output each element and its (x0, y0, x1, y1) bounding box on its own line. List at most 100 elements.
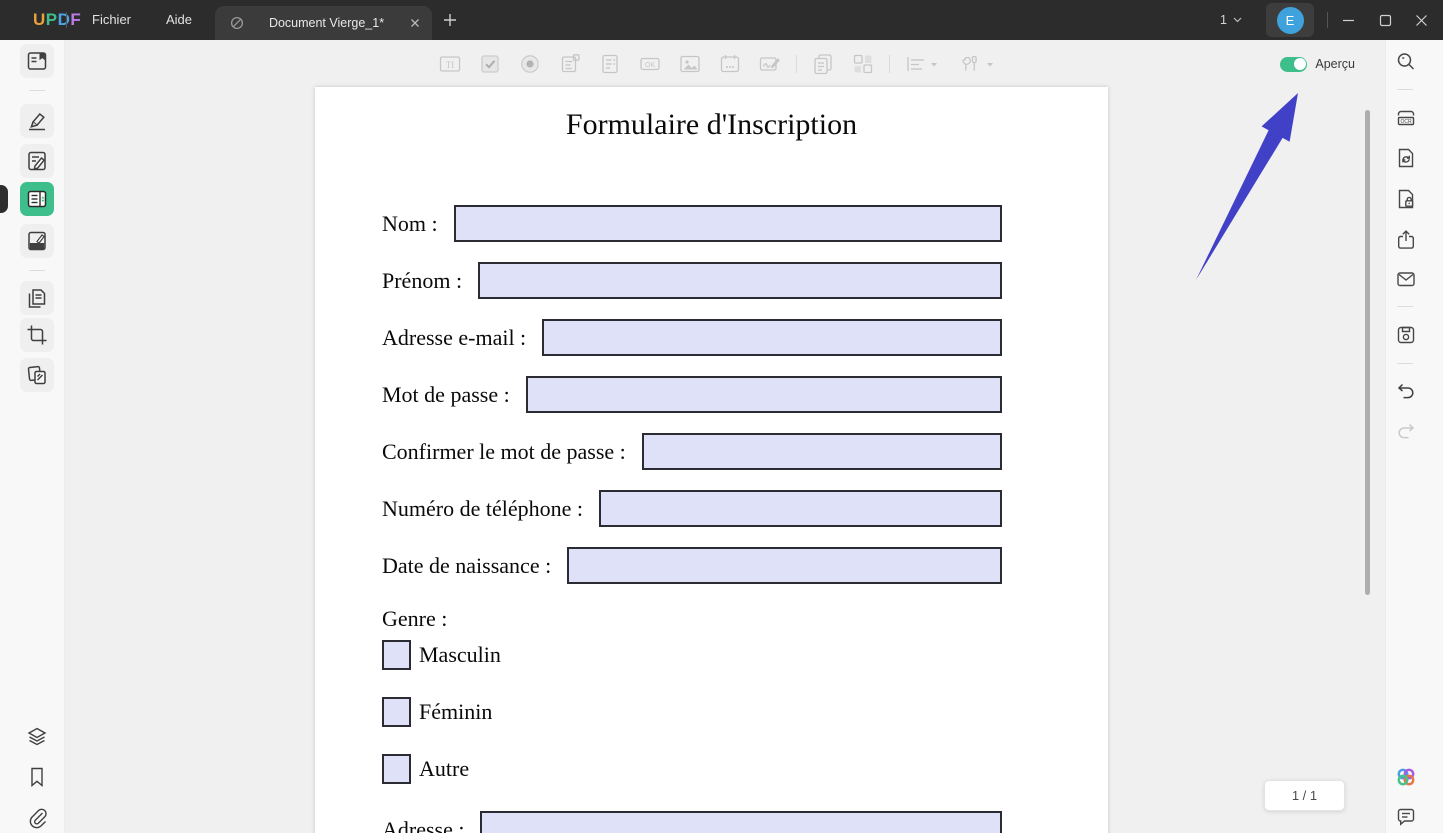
field-properties-icon (956, 52, 996, 76)
field-prenom[interactable] (478, 262, 1002, 299)
convert-icon (1394, 146, 1418, 170)
image-field-icon (678, 52, 702, 76)
field-nom[interactable] (454, 205, 1002, 242)
page-count-dropdown[interactable]: 1 (1220, 0, 1242, 40)
ocr-glyph: OCR (1400, 119, 1412, 125)
edit-icon (25, 149, 49, 173)
field-date-naissance[interactable] (567, 547, 1002, 584)
ai-assistant-icon (1393, 764, 1419, 790)
sidebar-item-convert[interactable] (1390, 142, 1422, 174)
list-box-tool[interactable] (596, 50, 624, 78)
bookmark-icon (25, 765, 49, 789)
plus-icon (442, 12, 458, 28)
field-mot-de-passe[interactable] (526, 376, 1002, 413)
sidebar-item-search[interactable] (1390, 46, 1422, 78)
field-label: Date de naissance : (382, 553, 551, 579)
updf-logo: UPDF (33, 0, 81, 40)
field-confirmer-mot-de-passe[interactable] (642, 433, 1002, 470)
duplicate-tool[interactable] (809, 50, 837, 78)
form-row: Mot de passe : (382, 376, 1002, 413)
field-label: Numéro de téléphone : (382, 496, 583, 522)
field-adresse[interactable] (480, 811, 1002, 833)
sidebar-item-redo[interactable] (1390, 416, 1422, 448)
checkbox-field-tool[interactable] (476, 50, 504, 78)
sidebar-item-prepare-form[interactable] (20, 182, 54, 216)
sidebar-item-attachments[interactable] (20, 800, 54, 833)
field-properties-tool[interactable] (954, 50, 998, 78)
signature-field-tool[interactable] (756, 50, 784, 78)
logo-letter: P (46, 10, 58, 30)
divider (1327, 12, 1328, 28)
sidebar-item-crop-pages[interactable] (20, 318, 54, 352)
combo-box-tool[interactable] (556, 50, 584, 78)
list-box-icon (598, 52, 622, 76)
document-type-icon (229, 15, 245, 31)
search-icon (1394, 50, 1418, 74)
share-icon (1394, 228, 1418, 252)
alignment-icon (904, 52, 940, 76)
convert-pages-icon (25, 363, 49, 387)
sidebar-item-comments[interactable] (1390, 801, 1422, 833)
sidebar-item-ocr[interactable]: OCR (1390, 102, 1422, 134)
checkbox-label: Féminin (419, 699, 492, 725)
toggle-track[interactable] (1280, 57, 1307, 72)
sidebar-item-sign[interactable] (20, 224, 54, 258)
menu-aide[interactable]: Aide (152, 0, 206, 40)
checkbox-masculin[interactable] (382, 640, 411, 670)
sidebar-item-protect[interactable] (1390, 183, 1422, 215)
vertical-scrollbar[interactable] (1365, 110, 1370, 595)
form-row: Adresse : (382, 811, 1002, 833)
maximize-button[interactable] (1367, 0, 1403, 40)
preview-toggle-label: Aperçu (1315, 57, 1355, 71)
sidebar-item-edit-pdf[interactable] (20, 144, 54, 178)
lock-document-icon (1394, 187, 1418, 211)
form-icon (25, 187, 49, 211)
push-button-glyph: OK (645, 62, 655, 69)
divider (1397, 363, 1413, 364)
date-field-tool[interactable] (716, 50, 744, 78)
checkbox-autre[interactable] (382, 754, 411, 784)
sidebar-item-annotate[interactable] (20, 104, 54, 138)
field-email[interactable] (542, 319, 1002, 356)
menu-fichier[interactable]: Fichier (78, 0, 145, 40)
radio-button-tool[interactable] (516, 50, 544, 78)
sidebar-item-bookmarks[interactable] (20, 760, 54, 794)
image-field-tool[interactable] (676, 50, 704, 78)
minimize-button[interactable] (1330, 0, 1366, 40)
divider (29, 270, 45, 271)
sidebar-item-share[interactable] (1390, 224, 1422, 256)
form-row: Numéro de téléphone : (382, 490, 1002, 527)
save-icon (1394, 323, 1418, 347)
titlebar: UPDF Fichier Aide Document Vierge_1* 1 E (0, 0, 1443, 40)
sidebar-item-reader[interactable] (20, 44, 54, 78)
checkbox-label: Autre (419, 756, 469, 782)
push-button-tool[interactable]: OK (636, 50, 664, 78)
sidebar-item-ai-assistant[interactable] (1390, 761, 1422, 793)
preview-toggle[interactable]: Aperçu (1280, 45, 1355, 83)
sidebar-item-pdf-to-element[interactable] (20, 358, 54, 392)
checkbox-feminin[interactable] (382, 697, 411, 727)
new-tab-button[interactable] (442, 8, 466, 32)
form-field-toolbar: TI (436, 45, 998, 83)
layout-grid-tool[interactable] (849, 50, 877, 78)
sidebar-item-organize-pages[interactable] (20, 281, 54, 315)
sidebar-item-undo[interactable] (1390, 376, 1422, 408)
field-label: Mot de passe : (382, 382, 510, 408)
sidebar-item-layers[interactable] (20, 720, 54, 754)
redo-icon (1394, 420, 1418, 444)
account-button[interactable]: E (1266, 3, 1314, 37)
text-field-tool[interactable]: TI (436, 50, 464, 78)
panel-flyout-handle[interactable] (0, 185, 8, 213)
sidebar-item-save[interactable] (1390, 319, 1422, 351)
field-label: Adresse e-mail : (382, 325, 526, 351)
form-body: Nom : Prénom : Adresse e-mail : Mot de p… (382, 205, 1002, 833)
close-button[interactable] (1403, 0, 1439, 40)
alignment-tool[interactable] (902, 50, 942, 78)
minimize-icon (1342, 14, 1355, 27)
field-telephone[interactable] (599, 490, 1002, 527)
duplicate-icon (811, 52, 835, 76)
highlighter-icon (25, 109, 49, 133)
document-tab[interactable]: Document Vierge_1* (215, 6, 432, 40)
tab-close-icon[interactable] (408, 16, 422, 30)
sidebar-item-email[interactable] (1390, 263, 1422, 295)
